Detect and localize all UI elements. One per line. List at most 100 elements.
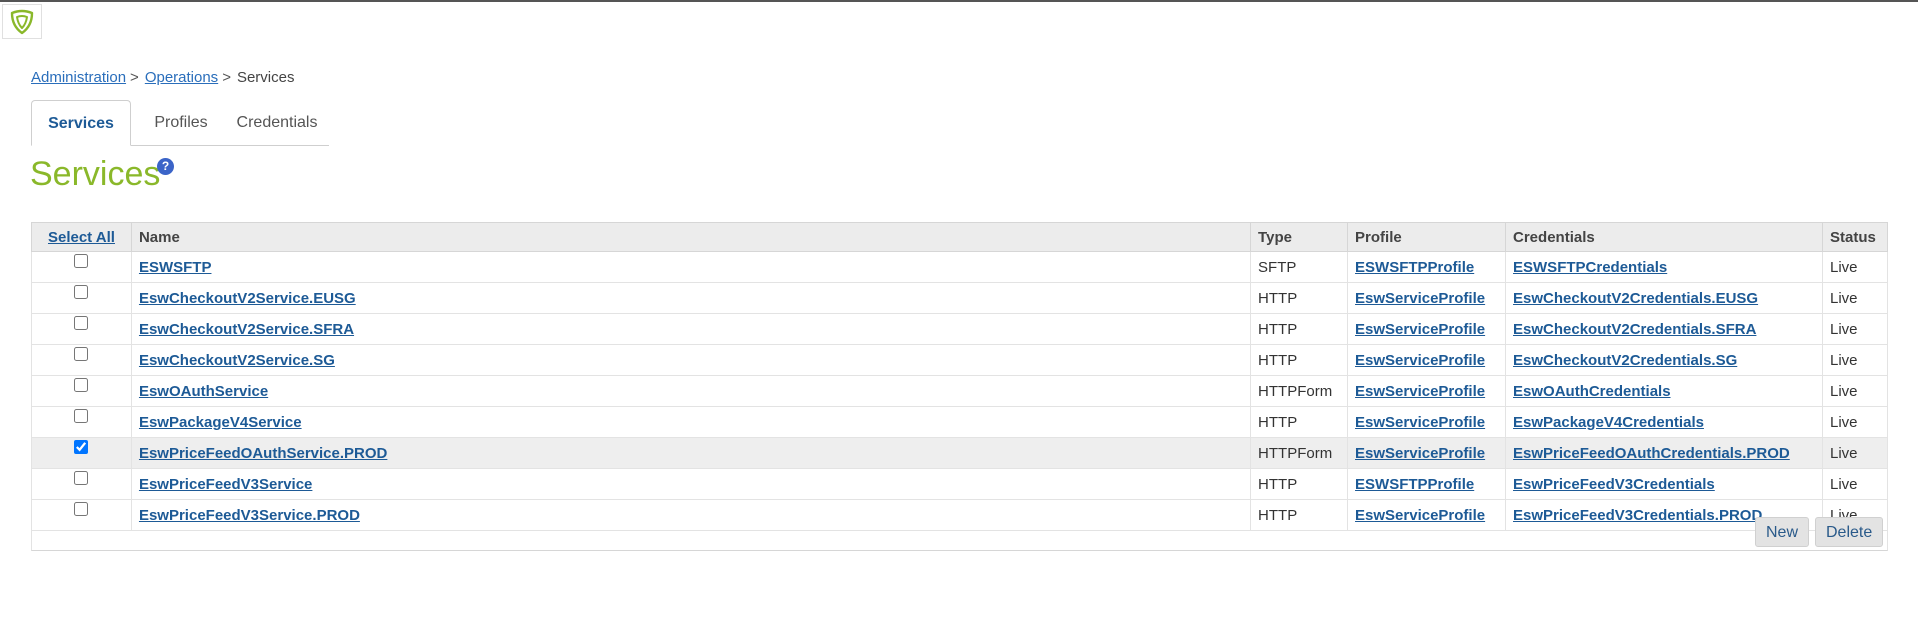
row-select-checkbox[interactable]	[74, 440, 89, 454]
service-name-link[interactable]: EswCheckoutV2Service.SG	[139, 352, 335, 369]
service-type: HTTP	[1250, 344, 1349, 376]
tab-bar: Services Profiles Credentials	[31, 100, 329, 146]
service-credentials-cell: EswPackageV4Credentials	[1505, 406, 1823, 438]
row-select-cell	[31, 437, 132, 469]
row-select-cell	[31, 406, 132, 438]
table-row: EswCheckoutV2Service.EUSG HTTP EswServiceP…	[31, 282, 1889, 314]
service-name-link[interactable]: ESWSFTP	[139, 259, 212, 276]
service-credentials-link[interactable]: ESWSFTPCredentials	[1513, 259, 1667, 276]
new-button[interactable]: New	[1755, 517, 1810, 547]
shield-logo-icon	[10, 9, 34, 34]
app-logo[interactable]	[2, 4, 42, 39]
help-icon[interactable]: ?	[157, 158, 174, 175]
service-profile-link[interactable]: EswServiceProfile	[1355, 445, 1485, 462]
service-profile-cell: EswServiceProfile	[1347, 406, 1507, 438]
table-row: EswPriceFeedV3Service HTTP ESWSFTPProfile E…	[31, 468, 1889, 500]
tab-services[interactable]: Services	[31, 100, 131, 146]
table-row: EswPackageV4Service HTTP EswServiceProfile…	[31, 406, 1889, 438]
service-name-cell: EswPriceFeedV3Service	[130, 468, 1252, 500]
tab-credentials[interactable]: Credentials	[227, 100, 327, 145]
column-header-profile: Profile	[1347, 222, 1507, 252]
column-header-status: Status	[1821, 222, 1889, 252]
row-select-checkbox[interactable]	[74, 471, 89, 485]
delete-button[interactable]: Delete	[1815, 517, 1884, 547]
service-name-link[interactable]: EswCheckoutV2Service.EUSG	[139, 290, 356, 307]
row-select-checkbox[interactable]	[74, 347, 89, 361]
breadcrumb-separator: >	[222, 69, 231, 86]
row-select-cell	[31, 344, 132, 376]
service-type: HTTP	[1250, 468, 1349, 500]
service-name-link[interactable]: EswOAuthService	[139, 383, 268, 400]
service-type: HTTP	[1250, 282, 1349, 314]
service-status: Live	[1821, 251, 1889, 283]
service-profile-link[interactable]: ESWSFTPProfile	[1355, 259, 1474, 276]
breadcrumb-current: Services	[236, 69, 295, 86]
service-credentials-cell: EswPriceFeedOAuthCredentials.PROD	[1505, 437, 1823, 469]
service-credentials-link[interactable]: EswPackageV4Credentials	[1513, 414, 1704, 431]
service-profile-link[interactable]: ESWSFTPProfile	[1355, 476, 1474, 493]
table-header-row: Select All Name Type Profile Credentials…	[31, 222, 1889, 252]
service-profile-cell: EswServiceProfile	[1347, 375, 1507, 407]
service-name-link[interactable]: EswPriceFeedOAuthService.PROD	[139, 445, 387, 462]
table-row: EswPriceFeedOAuthService.PROD HTTPForm Esw…	[31, 437, 1889, 469]
service-name-link[interactable]: EswCheckoutV2Service.SFRA	[139, 321, 354, 338]
table-row: EswOAuthService HTTPForm EswServiceProfile…	[31, 375, 1889, 407]
service-status: Live	[1821, 375, 1889, 407]
service-status: Live	[1821, 344, 1889, 376]
service-credentials-cell: EswCheckoutV2Credentials.SG	[1505, 344, 1823, 376]
service-credentials-link[interactable]: EswOAuthCredentials	[1513, 383, 1671, 400]
service-credentials-cell: EswCheckoutV2Credentials.SFRA	[1505, 313, 1823, 345]
service-credentials-cell: EswPriceFeedV3Credentials	[1505, 468, 1823, 500]
top-border	[0, 0, 1918, 2]
select-all-header: Select All	[31, 222, 132, 252]
table-row: ESWSFTP SFTP ESWSFTPProfile ESWSFTPCredenti…	[31, 251, 1889, 283]
service-name-cell: EswCheckoutV2Service.EUSG	[130, 282, 1252, 314]
service-credentials-cell: EswCheckoutV2Credentials.EUSG	[1505, 282, 1823, 314]
select-all-link[interactable]: Select All	[48, 229, 115, 246]
service-profile-link[interactable]: EswServiceProfile	[1355, 383, 1485, 400]
row-select-checkbox[interactable]	[74, 316, 89, 330]
row-select-checkbox[interactable]	[74, 378, 89, 392]
row-select-checkbox[interactable]	[74, 254, 89, 268]
service-type: SFTP	[1250, 251, 1349, 283]
service-profile-link[interactable]: EswServiceProfile	[1355, 321, 1485, 338]
tab-profiles[interactable]: Profiles	[141, 100, 221, 145]
service-credentials-link[interactable]: EswPriceFeedV3Credentials	[1513, 476, 1715, 493]
service-type: HTTPForm	[1250, 375, 1349, 407]
service-status: Live	[1821, 313, 1889, 345]
service-type: HTTP	[1250, 406, 1349, 438]
service-status: Live	[1821, 437, 1889, 469]
services-table: Select All Name Type Profile Credentials…	[31, 222, 1889, 531]
row-select-checkbox[interactable]	[74, 285, 89, 299]
service-type: HTTPForm	[1250, 437, 1349, 469]
service-name-cell: ESWSFTP	[130, 251, 1252, 283]
breadcrumb-link-administration[interactable]: Administration	[31, 69, 126, 86]
service-profile-link[interactable]: EswServiceProfile	[1355, 352, 1485, 369]
service-profile-link[interactable]: EswServiceProfile	[1355, 414, 1485, 431]
service-credentials-link[interactable]: EswCheckoutV2Credentials.SFRA	[1513, 321, 1756, 338]
service-name-cell: EswOAuthService	[130, 375, 1252, 407]
row-select-cell	[31, 313, 132, 345]
service-credentials-link[interactable]: EswCheckoutV2Credentials.EUSG	[1513, 290, 1758, 307]
service-credentials-link[interactable]: EswCheckoutV2Credentials.SG	[1513, 352, 1737, 369]
service-name-cell: EswCheckoutV2Service.SG	[130, 344, 1252, 376]
service-credentials-link[interactable]: EswPriceFeedOAuthCredentials.PROD	[1513, 445, 1790, 462]
table-row: EswCheckoutV2Service.SG HTTP EswServicePro…	[31, 344, 1889, 376]
row-select-checkbox[interactable]	[74, 409, 89, 423]
service-credentials-cell: EswOAuthCredentials	[1505, 375, 1823, 407]
service-profile-cell: ESWSFTPProfile	[1347, 468, 1507, 500]
column-header-type: Type	[1250, 222, 1349, 252]
service-name-cell: EswPackageV4Service	[130, 406, 1252, 438]
service-name-link[interactable]: EswPackageV4Service	[139, 414, 302, 431]
row-select-cell	[31, 251, 132, 283]
service-profile-cell: EswServiceProfile	[1347, 437, 1507, 469]
column-header-credentials: Credentials	[1505, 222, 1823, 252]
breadcrumb-link-operations[interactable]: Operations	[145, 69, 218, 86]
breadcrumb: Administration > Operations > Services	[31, 69, 294, 86]
service-profile-link[interactable]: EswServiceProfile	[1355, 290, 1485, 307]
service-status: Live	[1821, 406, 1889, 438]
service-name-cell: EswPriceFeedOAuthService.PROD	[130, 437, 1252, 469]
service-name-link[interactable]: EswPriceFeedV3Service	[139, 476, 312, 493]
service-profile-cell: EswServiceProfile	[1347, 282, 1507, 314]
page-title: Services	[30, 155, 161, 193]
